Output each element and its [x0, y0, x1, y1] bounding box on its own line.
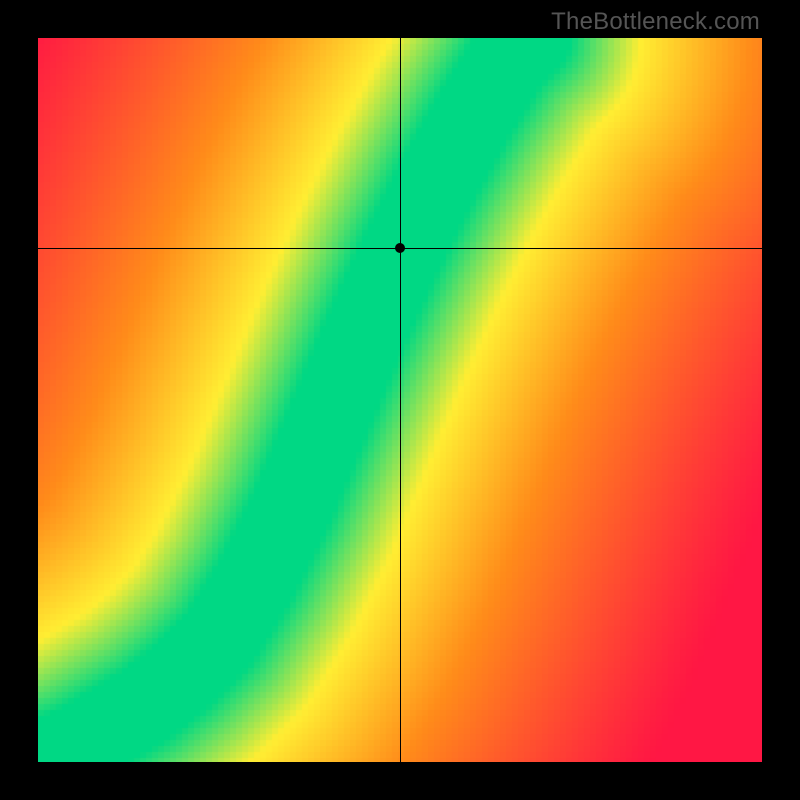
- heatmap-canvas: [38, 38, 762, 762]
- watermark-text: TheBottleneck.com: [551, 8, 760, 36]
- heatmap-plot: [38, 38, 762, 762]
- chart-frame: TheBottleneck.com: [0, 0, 800, 800]
